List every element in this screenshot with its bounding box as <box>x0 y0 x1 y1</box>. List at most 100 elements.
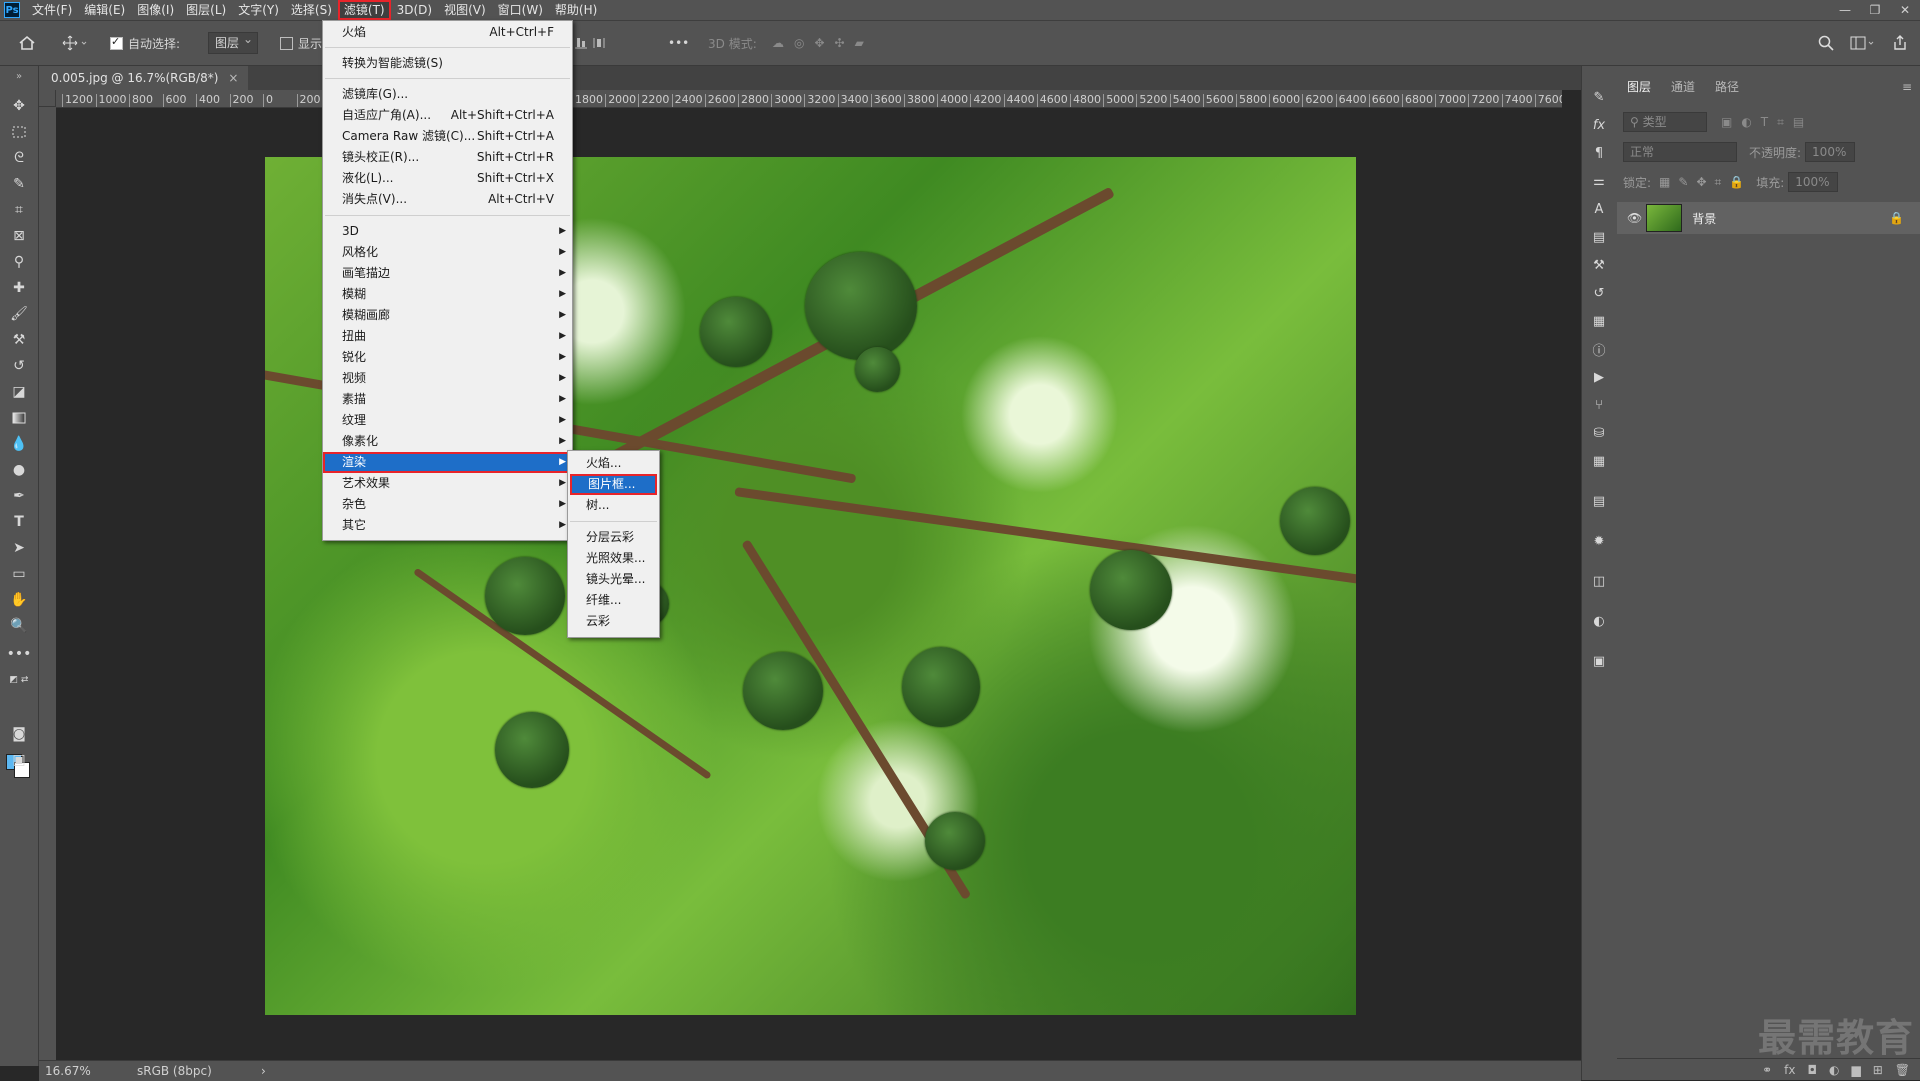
color-icon[interactable]: ✹ <box>1590 532 1608 550</box>
crop-tool-icon[interactable]: ⌗ <box>8 200 30 220</box>
tool-presets-icon[interactable]: ▦ <box>1590 312 1608 330</box>
opacity-field[interactable]: 100% <box>1805 142 1856 162</box>
notes-icon[interactable]: ▤ <box>1590 492 1608 510</box>
document-tab[interactable]: 0.005.jpg @ 16.7%(RGB/8*) × <box>39 66 249 90</box>
tab-layers[interactable]: 图层 <box>1617 76 1661 98</box>
lock-options-icons[interactable]: ▦✎✥⌗🔒 <box>1659 175 1752 190</box>
clone-stamp-tool-icon[interactable]: ⚒ <box>8 330 30 350</box>
submenu-other[interactable]: 其它 ▶ <box>323 515 572 536</box>
fx-icon[interactable]: fx <box>1784 1063 1795 1077</box>
blur-tool-icon[interactable]: 💧 <box>8 434 30 454</box>
character-icon[interactable]: A <box>1590 200 1608 218</box>
path-selection-tool-icon[interactable]: ➤ <box>8 538 30 558</box>
submenu-render[interactable]: 渲染 ▶ <box>323 452 572 473</box>
align-bottom-icon[interactable] <box>574 21 588 65</box>
submenu-sharpen[interactable]: 锐化 ▶ <box>323 347 572 368</box>
submenu-noise[interactable]: 杂色 ▶ <box>323 494 572 515</box>
camera-raw-filter-item[interactable]: Camera Raw 滤镜(C)... Shift+Ctrl+A <box>323 126 572 147</box>
menu-select[interactable]: 选择(S) <box>285 0 338 20</box>
collapse-toolbar-icon[interactable]: » <box>8 66 30 86</box>
render-difference-clouds-item[interactable]: 分层云彩 <box>568 527 659 548</box>
close-window-button[interactable]: ✕ <box>1890 0 1920 20</box>
lasso-tool-icon[interactable]: ᘓ <box>8 148 30 168</box>
menu-file[interactable]: 文件(F) <box>26 0 78 20</box>
trash-icon[interactable]: 🗑 <box>1895 1063 1910 1077</box>
blend-mode-dropdown[interactable]: 正常 <box>1623 142 1737 162</box>
3d-icon[interactable]: ⛁ <box>1590 424 1608 442</box>
submenu-sketch[interactable]: 素描 ▶ <box>323 389 572 410</box>
3d-scale-icon[interactable]: ▰ <box>855 36 864 50</box>
brush-tool-icon[interactable]: 🖌 <box>8 304 30 324</box>
status-menu-arrow-icon[interactable]: › <box>261 1064 266 1078</box>
quick-select-tool-icon[interactable]: ✎ <box>8 174 30 194</box>
gradient-tool-icon[interactable] <box>8 408 30 428</box>
show-transform-check-box[interactable] <box>280 36 293 50</box>
screen-mode-icon[interactable]: ▣ <box>8 750 30 770</box>
tab-paths[interactable]: 路径 <box>1705 76 1749 98</box>
layer-row[interactable]: 👁 背景 🔒 <box>1617 202 1920 234</box>
filter-last-filter-item[interactable]: 火焰 Alt+Ctrl+F <box>323 22 572 43</box>
quick-mask-icon[interactable]: ◙ <box>8 724 30 744</box>
timeline-icon[interactable]: ▦ <box>1590 452 1608 470</box>
zoom-level[interactable]: 16.67% <box>45 1064 137 1078</box>
frame-tool-icon[interactable]: ⊠ <box>8 226 30 246</box>
healing-brush-tool-icon[interactable]: ✚ <box>8 278 30 298</box>
dodge-tool-icon[interactable]: ● <box>8 460 30 480</box>
paragraph-icon[interactable]: ¶ <box>1590 144 1608 162</box>
rectangle-tool-icon[interactable]: ▭ <box>8 564 30 584</box>
auto-select-check-box[interactable] <box>110 35 123 50</box>
menu-filter[interactable]: 滤镜(T) <box>337 0 391 20</box>
minimize-button[interactable]: — <box>1830 0 1860 20</box>
workspace-icon[interactable] <box>1850 21 1876 65</box>
distribute-icon[interactable] <box>592 21 606 65</box>
link-icon[interactable]: ⚭ <box>1762 1063 1772 1077</box>
search-icon[interactable] <box>1818 21 1834 65</box>
history-icon[interactable]: ↺ <box>1590 284 1608 302</box>
marquee-tool-icon[interactable] <box>8 122 30 142</box>
default-colors-icon[interactable]: ◩ ⇄ <box>8 670 30 690</box>
layer-filter-dropdown[interactable]: ⚲ 类型 <box>1623 112 1707 132</box>
adjustment-icon[interactable]: ◐ <box>1829 1063 1839 1077</box>
submenu-blur-gallery[interactable]: 模糊画廊 ▶ <box>323 305 572 326</box>
move-tool-icon[interactable]: ✥ <box>8 96 30 116</box>
pen-tool-icon[interactable]: ✒ <box>8 486 30 506</box>
menu-window[interactable]: 窗口(W) <box>492 0 549 20</box>
render-lighting-effects-item[interactable]: 光照效果... <box>568 548 659 569</box>
adaptive-wide-angle-item[interactable]: 自适应广角(A)... Alt+Shift+Ctrl+A <box>323 105 572 126</box>
ruler-origin[interactable] <box>39 90 56 107</box>
3d-roll-icon[interactable]: ◎ <box>794 36 804 50</box>
close-document-icon[interactable]: × <box>228 71 238 85</box>
home-icon[interactable] <box>18 21 36 65</box>
info-icon[interactable]: ⓘ <box>1590 340 1608 359</box>
menu-edit[interactable]: 编辑(E) <box>78 0 131 20</box>
auto-select-checkbox[interactable]: 自动选择: <box>110 21 180 65</box>
submenu-pixelate[interactable]: 像素化 ▶ <box>323 431 572 452</box>
render-clouds-item[interactable]: 云彩 <box>568 611 659 632</box>
zoom-tool-icon[interactable]: 🔍 <box>8 616 30 636</box>
history-brush-tool-icon[interactable]: ↺ <box>8 356 30 376</box>
group-icon[interactable]: ▆ <box>1851 1063 1860 1077</box>
submenu-3d[interactable]: 3D ▶ <box>323 221 572 242</box>
move-tool-preset-icon[interactable] <box>62 21 88 65</box>
menu-view[interactable]: 视图(V) <box>438 0 492 20</box>
gradients-icon[interactable]: ▣ <box>1590 652 1608 670</box>
render-tree-item[interactable]: 树... <box>568 495 659 516</box>
layer-name[interactable]: 背景 <box>1692 210 1716 227</box>
tab-channels[interactable]: 通道 <box>1661 76 1705 98</box>
libraries-icon[interactable]: ▤ <box>1590 228 1608 246</box>
visibility-eye-icon[interactable]: 👁 <box>1627 211 1642 225</box>
eyedropper-tool-icon[interactable]: ⚲ <box>8 252 30 272</box>
styles-icon[interactable]: fx <box>1590 116 1608 134</box>
menu-type[interactable]: 文字(Y) <box>232 0 285 20</box>
liquify-item[interactable]: 液化(L)... Shift+Ctrl+X <box>323 168 572 189</box>
lens-correction-item[interactable]: 镜头校正(R)... Shift+Ctrl+R <box>323 147 572 168</box>
horizontal-ruler[interactable]: 1200 1000 800 600 400 200 0 200 1800 2000 2200 2400… <box>56 90 1562 108</box>
adjustments-icon[interactable]: ◐ <box>1590 612 1608 630</box>
submenu-brush-strokes[interactable]: 画笔描边 ▶ <box>323 263 572 284</box>
submenu-blur[interactable]: 模糊 ▶ <box>323 284 572 305</box>
submenu-distort[interactable]: 扭曲 ▶ <box>323 326 572 347</box>
render-fibers-item[interactable]: 纤维... <box>568 590 659 611</box>
submenu-texture[interactable]: 纹理 ▶ <box>323 410 572 431</box>
auto-select-target-dropdown[interactable]: 图层 <box>208 30 259 54</box>
menu-3d[interactable]: 3D(D) <box>391 0 438 20</box>
